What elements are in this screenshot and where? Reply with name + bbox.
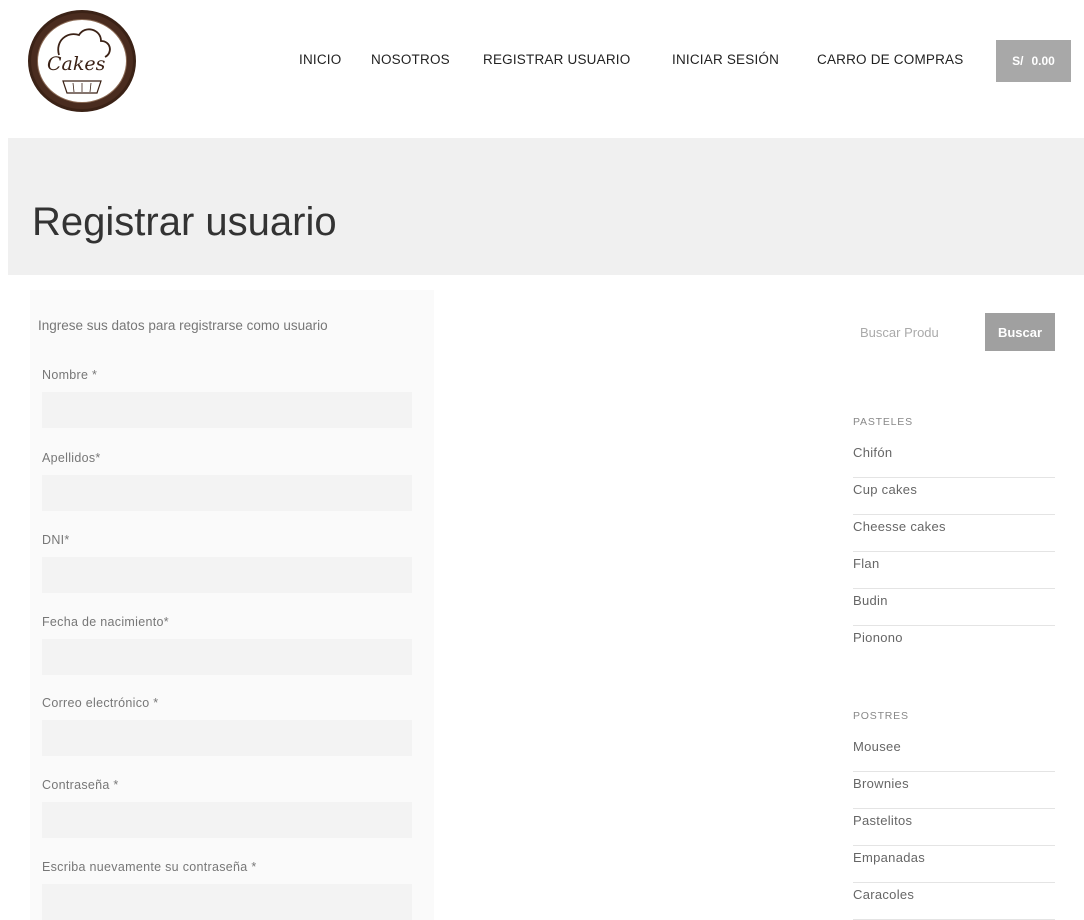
category-item-label: Flan — [853, 556, 880, 571]
category-item-label: Cheesse cakes — [853, 519, 946, 534]
cart-currency: S/ — [1012, 54, 1024, 68]
password-field[interactable] — [42, 802, 412, 838]
category-item-label: Mousee — [853, 739, 902, 754]
category-item[interactable]: Cup cakes — [853, 478, 1055, 515]
fecha-nacimiento-field[interactable] — [42, 639, 412, 675]
cart-total-button[interactable]: S/ 0.00 — [996, 40, 1071, 82]
nav-iniciar-sesion[interactable]: INICIAR SESIÓN — [672, 52, 779, 67]
registration-form: Ingrese sus datos para registrarse como … — [30, 290, 434, 920]
email-field[interactable] — [42, 720, 412, 756]
dni-field[interactable] — [42, 557, 412, 593]
confirm-password-field[interactable] — [42, 884, 412, 920]
search-button[interactable]: Buscar — [985, 313, 1055, 351]
category-item[interactable]: Cheesse cakes — [853, 515, 1055, 552]
cart-total: 0.00 — [1031, 54, 1055, 68]
apellidos-label: Apellidos* — [42, 451, 101, 465]
category-item-label: Chifón — [853, 445, 893, 460]
logo-text: Cakes — [47, 53, 106, 75]
category-item-label: Pastelitos — [853, 813, 913, 828]
nombre-field[interactable] — [42, 392, 412, 428]
nav-inicio[interactable]: INICIO — [299, 52, 341, 67]
correo-label: Correo electrónico * — [42, 696, 159, 710]
form-intro: Ingrese sus datos para registrarse como … — [38, 318, 328, 333]
category-heading-postres: POSTRES — [853, 710, 909, 722]
category-item[interactable]: Mousee — [853, 735, 1055, 772]
fecha-nacimiento-label: Fecha de nacimiento* — [42, 615, 169, 629]
nav-carro-de-compras[interactable]: CARRO DE COMPRAS — [817, 52, 963, 67]
category-item-label: Empanadas — [853, 850, 926, 865]
category-item[interactable]: Caracoles — [853, 883, 1055, 920]
category-item[interactable]: Chifón — [853, 441, 1055, 478]
confirmar-contrasena-label: Escriba nuevamente su contraseña * — [42, 860, 257, 874]
category-heading-pasteles: PASTELES — [853, 416, 913, 428]
category-item-label: Caracoles — [853, 887, 915, 902]
nombre-label: Nombre * — [42, 368, 98, 382]
category-item-label: Brownies — [853, 776, 909, 791]
site-header: Cakes INICIO NOSOTROS REGISTRAR USUARIO … — [0, 0, 1084, 125]
category-item-label: Budin — [853, 593, 888, 608]
page-banner: Registrar usuario — [8, 138, 1084, 275]
search-input[interactable] — [850, 313, 975, 351]
cakes-logo[interactable]: Cakes — [28, 10, 136, 112]
contrasena-label: Contraseña * — [42, 778, 119, 792]
category-item-label: Pionono — [853, 630, 903, 645]
page-title: Registrar usuario — [32, 200, 337, 244]
category-item[interactable]: Pionono — [853, 626, 1055, 663]
category-item[interactable]: Empanadas — [853, 846, 1055, 883]
category-item[interactable]: Flan — [853, 552, 1055, 589]
category-item-label: Cup cakes — [853, 482, 918, 497]
dni-label: DNI* — [42, 533, 70, 547]
nav-nosotros[interactable]: NOSOTROS — [371, 52, 450, 67]
category-item[interactable]: Pastelitos — [853, 809, 1055, 846]
nav-registrar-usuario[interactable]: REGISTRAR USUARIO — [483, 52, 630, 67]
category-item[interactable]: Brownies — [853, 772, 1055, 809]
category-item[interactable]: Budin — [853, 589, 1055, 626]
apellidos-field[interactable] — [42, 475, 412, 511]
